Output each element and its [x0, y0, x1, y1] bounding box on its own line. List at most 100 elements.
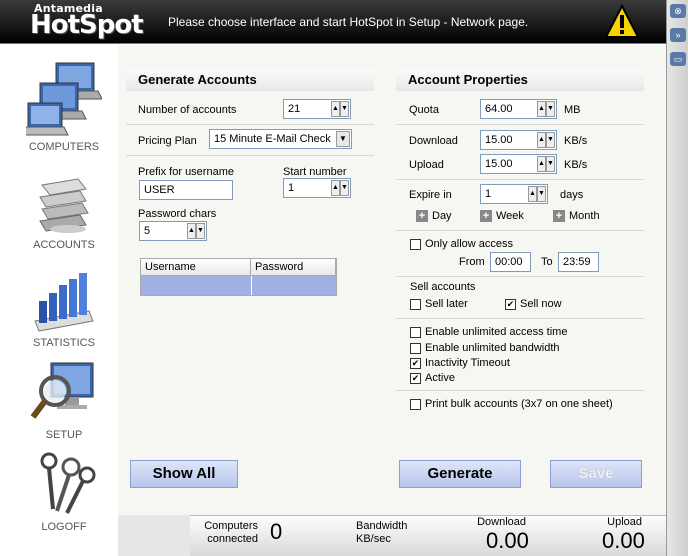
table-row[interactable]	[252, 276, 336, 295]
divider	[396, 276, 644, 277]
active-checkbox[interactable]: ✔ Active	[410, 372, 455, 384]
nav-accounts[interactable]: ACCOUNTS	[10, 177, 118, 251]
print-bulk-checkbox[interactable]: Print bulk accounts (3x7 on one sheet)	[410, 398, 613, 410]
start-number-label: Start number	[283, 166, 347, 178]
spin-down-icon[interactable]: ▼	[196, 223, 205, 239]
sell-later-checkbox[interactable]: Sell later	[410, 298, 468, 310]
prefix-input[interactable]: USER	[139, 180, 233, 200]
quota-label: Quota	[409, 104, 439, 116]
table-row[interactable]	[141, 276, 251, 295]
nav-label: ACCOUNTS	[33, 239, 95, 251]
warning-icon[interactable]	[604, 4, 640, 40]
inactivity-timeout-checkbox[interactable]: ✔ Inactivity Timeout	[410, 357, 510, 369]
divider	[396, 230, 644, 231]
pricing-plan-select[interactable]: 15 Minute E-Mail Check ▼	[209, 129, 352, 149]
spin-down-icon[interactable]: ▼	[340, 180, 349, 196]
header-message: Please choose interface and start HotSpo…	[168, 15, 529, 29]
chevron-down-icon[interactable]: ▼	[336, 131, 350, 147]
nav-computers[interactable]: COMPUTERS	[10, 59, 118, 153]
nav-logoff[interactable]: LOGOFF	[10, 451, 118, 533]
nav-label: STATISTICS	[33, 337, 95, 349]
window-icon[interactable]: ▭	[670, 52, 686, 66]
upload-unit: KB/s	[564, 159, 588, 171]
to-time-input[interactable]: 23:59	[558, 252, 599, 272]
divider	[396, 318, 644, 319]
show-all-button[interactable]: Show All	[130, 460, 238, 488]
nav-label: LOGOFF	[41, 521, 87, 533]
computers-icon	[26, 62, 102, 136]
spin-up-icon[interactable]: ▲	[537, 101, 546, 117]
divider	[396, 179, 644, 180]
divider	[126, 155, 374, 156]
upload-rate-value: 0.00	[602, 528, 645, 553]
download-label: Download	[409, 135, 458, 147]
unlimited-bandwidth-checkbox[interactable]: Enable unlimited bandwidth	[410, 342, 560, 354]
logoff-icon	[40, 452, 96, 514]
minimize-icon[interactable]: ⊗	[670, 4, 686, 18]
nav-statistics[interactable]: STATISTICS	[10, 271, 118, 349]
to-label: To	[541, 256, 553, 268]
expire-stepper[interactable]: 1 ▲ ▼	[480, 184, 548, 204]
brand-logo: HotSpot	[30, 10, 144, 40]
password-chars-stepper[interactable]: 5 ▲ ▼	[139, 221, 207, 241]
quota-unit: MB	[564, 104, 581, 116]
nav-label: COMPUTERS	[28, 141, 100, 153]
accounts-grid[interactable]: Username Password	[140, 258, 337, 296]
column-header-username[interactable]: Username	[141, 259, 251, 276]
spin-up-icon[interactable]: ▲	[537, 156, 546, 172]
generate-button[interactable]: Generate	[399, 460, 521, 488]
spin-down-icon[interactable]: ▼	[340, 101, 349, 117]
accounts-icon	[39, 178, 89, 233]
collapse-icon[interactable]: »	[670, 28, 686, 42]
app-header: Antamedia HotSpot Please choose interfac…	[0, 0, 688, 44]
pricing-plan-label: Pricing Plan	[138, 135, 197, 147]
unlimited-time-checkbox[interactable]: Enable unlimited access time	[410, 326, 567, 338]
from-time-input[interactable]: 00:00	[490, 252, 531, 272]
plus-icon: +	[480, 210, 492, 222]
expire-label: Expire in	[409, 189, 452, 201]
spin-up-icon[interactable]: ▲	[537, 132, 546, 148]
quota-stepper[interactable]: 64.00 ▲ ▼	[480, 99, 557, 119]
spin-down-icon[interactable]: ▼	[537, 186, 546, 202]
add-week-button[interactable]: + Week	[480, 210, 524, 222]
add-day-button[interactable]: + Day	[416, 210, 452, 222]
spin-down-icon[interactable]: ▼	[546, 101, 555, 117]
nav-setup[interactable]: SETUP	[10, 357, 118, 441]
bandwidth-label: Bandwidth KB/sec	[356, 520, 408, 545]
spin-up-icon[interactable]: ▲	[528, 186, 537, 202]
side-toolbar: ⊗ » ▭	[666, 0, 688, 556]
plus-icon: +	[553, 210, 565, 222]
download-stepper[interactable]: 15.00 ▲ ▼	[480, 130, 557, 150]
sell-accounts-label: Sell accounts	[410, 281, 476, 293]
spin-down-icon[interactable]: ▼	[546, 156, 555, 172]
computers-connected-label: Computers connected	[204, 520, 258, 545]
properties-section-title: Account Properties	[396, 69, 644, 91]
spin-down-icon[interactable]: ▼	[546, 132, 555, 148]
add-month-button[interactable]: + Month	[553, 210, 600, 222]
nav-label: SETUP	[45, 429, 83, 441]
download-rate-value: 0.00	[486, 528, 529, 553]
computers-connected-value: 0	[270, 519, 283, 544]
plus-icon: +	[416, 210, 428, 222]
num-accounts-label: Number of accounts	[138, 104, 237, 116]
from-label: From	[459, 256, 485, 268]
only-allow-checkbox[interactable]: Only allow access	[410, 238, 513, 250]
spin-up-icon[interactable]: ▲	[331, 180, 340, 196]
spin-up-icon[interactable]: ▲	[187, 223, 196, 239]
sell-now-checkbox[interactable]: ✔ Sell now	[505, 298, 562, 310]
upload-stepper[interactable]: 15.00 ▲ ▼	[480, 154, 557, 174]
save-button[interactable]: Save	[550, 460, 642, 488]
statistics-icon	[34, 273, 94, 332]
num-accounts-stepper[interactable]: 21 ▲ ▼	[283, 99, 351, 119]
spin-up-icon[interactable]: ▲	[331, 101, 340, 117]
column-header-password[interactable]: Password	[251, 259, 336, 276]
nav-sidebar: COMPUTERS ACCOUNTS STATISTICS SETUP LOGO…	[0, 45, 128, 556]
password-chars-label: Password chars	[138, 208, 217, 220]
setup-icon	[30, 362, 94, 419]
prefix-label: Prefix for username	[138, 166, 234, 178]
divider	[126, 124, 374, 125]
start-number-stepper[interactable]: 1 ▲ ▼	[283, 178, 351, 198]
expire-unit: days	[560, 189, 584, 201]
download-unit: KB/s	[564, 135, 588, 147]
upload-label: Upload	[409, 159, 444, 171]
